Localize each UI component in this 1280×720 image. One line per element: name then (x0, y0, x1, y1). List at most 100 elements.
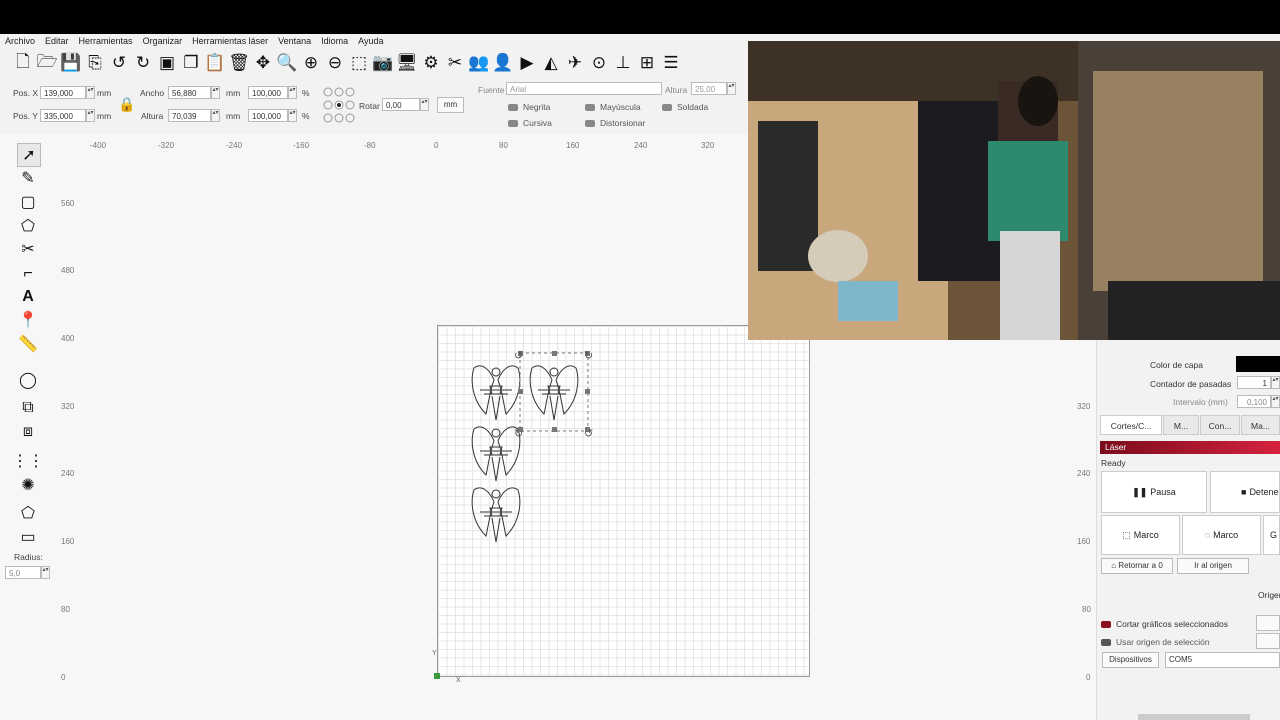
angel-shape[interactable] (471, 365, 521, 421)
offset-tool-icon[interactable]: ◯ (17, 369, 39, 391)
redo-icon[interactable]: ↻ (132, 52, 154, 74)
boolean-union-icon[interactable]: ⧉ (17, 397, 39, 419)
height-pct-field[interactable]: 100,000 (248, 109, 288, 122)
boolean-subtract-icon[interactable]: ⧈ (17, 421, 39, 443)
zoom-in-icon[interactable]: 🔍 (276, 52, 298, 74)
delete-icon[interactable]: 🗑 (228, 52, 250, 74)
settings-icon[interactable]: ⚙ (420, 52, 442, 74)
devices-button[interactable]: Dispositivos (1102, 652, 1159, 668)
save-as-icon[interactable]: ⎘ (84, 52, 106, 74)
align-center-icon[interactable]: ☰ (660, 52, 682, 74)
menu-ventana[interactable]: Ventana (273, 36, 316, 46)
distort-toggle[interactable]: Distorsionar (585, 118, 645, 128)
zoom-out-icon[interactable]: ⊖ (324, 52, 346, 74)
go-button[interactable]: G (1263, 515, 1280, 555)
text-tool-icon[interactable]: A (17, 286, 39, 308)
polygon-tool-icon[interactable]: ⬠ (17, 215, 39, 237)
scissors-tool-icon[interactable]: ✂ (17, 238, 39, 260)
radius-field[interactable]: 5,0 (5, 566, 41, 579)
mirror-icon[interactable]: ◭ (540, 52, 562, 74)
width-spinner[interactable]: ▴▾ (211, 86, 220, 99)
undo-icon[interactable]: ↺ (108, 52, 130, 74)
interval-field[interactable]: 0,100 (1237, 395, 1271, 408)
measure-tool-icon[interactable]: 📏 (17, 333, 39, 355)
select-tool-icon[interactable]: ➚ (17, 143, 41, 167)
rotate-handle-icon[interactable]: ↻ (514, 428, 523, 440)
zoom-to-frame-icon[interactable]: ⬚ (348, 52, 370, 74)
tab-console[interactable]: Con... (1200, 415, 1240, 435)
anchor-grid[interactable] (322, 86, 356, 124)
unit-toggle-button[interactable]: mm (437, 97, 464, 113)
position-pin-icon[interactable]: 📍 (17, 309, 39, 331)
rotate-handle-icon[interactable]: ↺ (584, 428, 593, 440)
layer-color-swatch[interactable] (1236, 356, 1280, 372)
cut-selected-option[interactable] (1256, 615, 1280, 631)
camera-icon[interactable]: 📷 (372, 52, 394, 74)
tools-icon[interactable]: ✂ (444, 52, 466, 74)
interval-spinner[interactable]: ▴▾ (1271, 395, 1280, 408)
rotate-handle-icon[interactable]: ↺ (514, 350, 523, 362)
height-pct-spinner[interactable]: ▴▾ (288, 109, 297, 122)
corner-tool-icon[interactable]: ⌐ (17, 263, 39, 285)
pen-tool-icon[interactable]: ✎ (17, 167, 39, 189)
posy-spinner[interactable]: ▴▾ (86, 109, 95, 122)
menu-herramientas[interactable]: Herramientas (74, 36, 138, 46)
posx-field[interactable]: 139,000 (40, 86, 86, 99)
width-pct-spinner[interactable]: ▴▾ (288, 86, 297, 99)
rotate-handle-icon[interactable]: ↻ (584, 350, 593, 362)
distribute-icon[interactable]: ⊞ (636, 52, 658, 74)
copy-icon[interactable]: ❐ (180, 52, 202, 74)
edit-nodes-icon[interactable]: ⬠ (17, 502, 39, 524)
return-zero-button[interactable]: ⌂ Retornar a 0 (1101, 558, 1173, 574)
menu-idioma[interactable]: Idioma (316, 36, 353, 46)
zoom-in-plus-icon[interactable]: ⊕ (300, 52, 322, 74)
frame-circle-button[interactable]: ◌ Marco (1182, 515, 1261, 555)
posy-field[interactable]: 335,000 (40, 109, 86, 122)
bold-toggle[interactable]: Negrita (508, 102, 550, 112)
posx-spinner[interactable]: ▴▾ (86, 86, 95, 99)
frame-button[interactable]: ⬚ Marco (1101, 515, 1180, 555)
rectangle-tool-icon[interactable]: ▢ (17, 191, 39, 213)
menu-organizar[interactable]: Organizar (138, 36, 188, 46)
grid-array-icon[interactable]: ⋮⋮ (12, 450, 44, 472)
height-spinner[interactable]: ▴▾ (211, 109, 220, 122)
port-select[interactable]: COM5 (1165, 652, 1280, 668)
rotate-spinner[interactable]: ▴▾ (420, 98, 429, 111)
user-icon[interactable]: 👤 (492, 52, 514, 74)
tab-materials[interactable]: Ma... (1241, 415, 1280, 435)
pass-count-field[interactable]: 1 (1237, 376, 1271, 389)
menu-herramientas-laser[interactable]: Herramientas láser (187, 36, 273, 46)
menu-ayuda[interactable]: Ayuda (353, 36, 388, 46)
go-origin-button[interactable]: Ir al origen (1177, 558, 1249, 574)
open-folder-icon[interactable]: 🗁 (36, 52, 58, 74)
tab-cuts[interactable]: Cortes/C... (1100, 415, 1162, 435)
new-file-icon[interactable]: 🗋 (12, 52, 34, 74)
width-pct-field[interactable]: 100,000 (248, 86, 288, 99)
font-height-spinner[interactable]: ▴▾ (727, 82, 736, 95)
font-height-field[interactable]: 25,00 (691, 82, 727, 95)
width-field[interactable]: 56,880 (168, 86, 211, 99)
italic-toggle[interactable]: Cursiva (508, 118, 552, 128)
plane-icon[interactable]: ✈ (564, 52, 586, 74)
angel-shape[interactable] (471, 487, 521, 543)
trace-image-icon[interactable]: ▣ (156, 52, 178, 74)
monitor-icon[interactable]: 🖥 (396, 52, 418, 74)
send-icon[interactable]: ▶ (516, 52, 538, 74)
menu-editar[interactable]: Editar (40, 36, 74, 46)
menu-archivo[interactable]: Archivo (0, 36, 40, 46)
angel-shape[interactable] (471, 426, 521, 482)
rotate-field[interactable]: 0,00 (382, 98, 420, 111)
stop-button[interactable]: ■ Detene (1210, 471, 1280, 513)
weld-toggle[interactable]: Soldada (662, 102, 708, 112)
lock-icon[interactable]: 🔒 (118, 96, 135, 113)
angel-shape-selected[interactable] (529, 365, 579, 421)
pause-button[interactable]: ❚❚ Pausa (1101, 471, 1207, 513)
height-field[interactable]: 70,039 (168, 109, 211, 122)
move-icon[interactable]: ✥ (252, 52, 274, 74)
align-icon[interactable]: ⊥ (612, 52, 634, 74)
circular-array-icon[interactable]: ✺ (17, 474, 39, 496)
tab-move[interactable]: M... (1163, 415, 1199, 435)
selection-origin-option[interactable] (1256, 633, 1280, 649)
font-select[interactable]: Arial (506, 82, 662, 95)
cut-selected-toggle[interactable]: Cortar gráficos seleccionados (1101, 619, 1228, 629)
